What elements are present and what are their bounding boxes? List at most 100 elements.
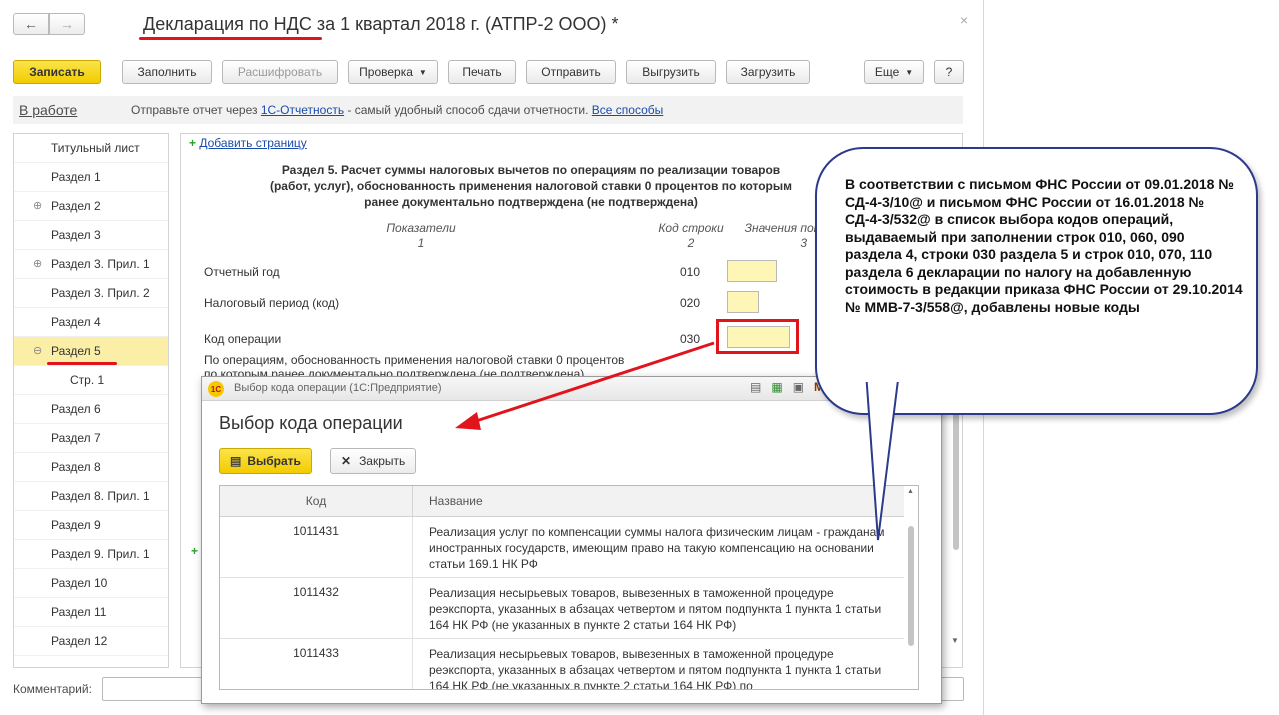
sidebar-item[interactable]: ⊕ Раздел 2 [14, 192, 168, 221]
table-row[interactable]: 1011433 Реализация несырьевых товаров, вы… [220, 639, 918, 690]
sidebar-item[interactable]: Раздел 9. Прил. 1 [14, 540, 168, 569]
column-title: Значения пок [744, 221, 820, 235]
row-code-030: 030 [680, 332, 701, 346]
section-title-line: Раздел 5. Расчет суммы налоговых вычетов… [281, 163, 781, 177]
close-icon[interactable]: × [960, 12, 968, 28]
spreadsheet-icon[interactable]: ▦ [771, 380, 782, 394]
cell-name: Реализация несырьевых товаров, вывезенны… [429, 586, 882, 632]
sidebar-item[interactable]: Раздел 11 [14, 598, 168, 627]
select-label: Выбрать [247, 454, 301, 468]
column-number: 3 [800, 236, 807, 250]
sidebar-item[interactable]: Стр. 1 [14, 366, 168, 395]
calendar-icon[interactable]: ▣ [793, 380, 804, 394]
year-input[interactable] [727, 260, 777, 282]
form-scrollbar[interactable]: ▼ [951, 380, 961, 648]
check-label: Проверка [359, 65, 413, 79]
cell-code: 1011433 [220, 639, 413, 689]
sidebar-item[interactable]: Раздел 8 [14, 453, 168, 482]
more-dropdown-button[interactable]: Еще ▼ [864, 60, 924, 84]
column-header-indicators: Показатели 1 [371, 221, 471, 251]
sidebar-item-label: Раздел 9 [51, 518, 101, 532]
operation-code-highlight [716, 319, 799, 354]
column-header-code[interactable]: Код [220, 486, 413, 516]
print-button[interactable]: Печать [448, 60, 516, 84]
column-header-values: Значения пок 3 [737, 221, 827, 251]
fill-button[interactable]: Заполнить [122, 60, 212, 84]
sidebar-item[interactable]: Раздел 10 [14, 569, 168, 598]
sidebar-item[interactable]: Раздел 4 [14, 308, 168, 337]
close-dialog-button[interactable]: ✕ Закрыть [330, 448, 417, 474]
status-link[interactable]: В работе [19, 102, 131, 118]
column-number: 1 [417, 236, 425, 250]
sidebar-item-label: Раздел 3. Прил. 1 [51, 257, 150, 271]
select-list-icon: ▤ [230, 454, 242, 468]
sidebar-item-label: Титульный лист [51, 141, 140, 155]
check-dropdown-button[interactable]: Проверка ▼ [348, 60, 438, 84]
sidebar-item[interactable]: Раздел 8. Прил. 1 [14, 482, 168, 511]
cell-name: Реализация несырьевых товаров, вывезенны… [429, 647, 882, 690]
row-code-010: 010 [680, 265, 701, 279]
row-code-020: 020 [680, 296, 701, 310]
scroll-down-icon[interactable]: ▼ [951, 636, 959, 645]
sidebar-item[interactable]: Титульный лист [14, 134, 168, 163]
plus-icon: + [189, 136, 197, 150]
column-header-name[interactable]: Название [413, 486, 483, 516]
column-title: Код строки [658, 221, 724, 235]
add-page-link[interactable]: Добавить страницу [199, 136, 306, 150]
close-label: Закрыть [359, 454, 406, 468]
scroll-up-icon[interactable]: ▲ [907, 488, 914, 495]
table-scrollbar[interactable]: ▲ [904, 486, 918, 689]
help-button[interactable]: ? [934, 60, 964, 84]
decode-button[interactable]: Расшифровать [222, 60, 338, 84]
reporting-service-link[interactable]: 1С-Отчетность [261, 103, 344, 117]
dialog-window-title: Выбор кода операции (1С:Предприятие) [234, 382, 442, 394]
upload-button[interactable]: Выгрузить [626, 60, 716, 84]
sidebar-item-label: Раздел 3. Прил. 2 [51, 286, 150, 300]
section-title-line: ранее документально подтверждена (не под… [364, 195, 698, 209]
sidebar-item-label: Раздел 11 [51, 605, 107, 619]
sidebar-item-label: Раздел 3 [51, 228, 101, 242]
print-icon[interactable]: ▤ [750, 380, 761, 394]
column-header-code: Код строки 2 [651, 221, 731, 251]
send-button[interactable]: Отправить [526, 60, 616, 84]
scroll-thumb[interactable] [908, 526, 914, 646]
caret-down-icon: ▼ [905, 67, 914, 77]
plus-icon[interactable]: + [191, 544, 198, 558]
1c-logo-icon: 1С [208, 381, 224, 397]
sidebar-item[interactable]: Раздел 12 [14, 627, 168, 656]
period-input[interactable] [727, 291, 759, 313]
select-button[interactable]: ▤ Выбрать [219, 448, 312, 474]
add-page-action[interactable]: + Добавить страницу [189, 136, 307, 150]
sidebar-item-label: Раздел 9. Прил. 1 [51, 547, 150, 561]
sidebar-item[interactable]: ⊖ Раздел 5 [14, 337, 168, 366]
table-row[interactable]: 1011431 Реализация услуг по компенсации с… [220, 517, 918, 578]
sidebar-item-label: Раздел 6 [51, 402, 101, 416]
load-button[interactable]: Загрузить [726, 60, 810, 84]
info-text-after: - самый удобный способ сдачи отчетности. [344, 103, 592, 117]
sidebar-item[interactable]: Раздел 3. Прил. 2 [14, 279, 168, 308]
expander-icon[interactable]: ⊕ [33, 250, 42, 279]
table-row[interactable]: 1011432 Реализация несырьевых товаров, вы… [220, 578, 918, 639]
row-label-operation: Код операции [204, 332, 282, 346]
expander-icon[interactable]: ⊖ [33, 337, 42, 366]
sidebar-item[interactable]: Раздел 6 [14, 395, 168, 424]
back-button[interactable]: ← [13, 13, 49, 35]
sidebar-item[interactable]: ⊕ Раздел 3. Прил. 1 [14, 250, 168, 279]
row-label-period: Налоговый период (код) [204, 296, 340, 310]
sidebar-item[interactable]: Раздел 9 [14, 511, 168, 540]
forward-button[interactable]: → [49, 13, 85, 35]
sidebar-item[interactable]: Раздел 1 [14, 163, 168, 192]
table-header: Код Название [220, 486, 918, 517]
operation-codes-table: Код Название 1011431 Реализация услуг по … [219, 485, 919, 690]
sidebar-item-label: Раздел 8. Прил. 1 [51, 489, 150, 503]
sidebar-item[interactable]: Раздел 3 [14, 221, 168, 250]
row-label-year: Отчетный год [204, 265, 280, 279]
dialog-heading: Выбор кода операции [219, 413, 403, 433]
cell-code: 1011431 [220, 517, 413, 577]
all-methods-link[interactable]: Все способы [592, 103, 664, 117]
expander-icon[interactable]: ⊕ [33, 192, 42, 221]
operation-code-dialog: 1С Выбор кода операции (1С:Предприятие) … [201, 376, 942, 704]
sidebar-item[interactable]: Раздел 7 [14, 424, 168, 453]
save-button[interactable]: Записать [13, 60, 101, 84]
info-bar: В работе Отправьте отчет через 1С-Отчетн… [13, 96, 963, 124]
